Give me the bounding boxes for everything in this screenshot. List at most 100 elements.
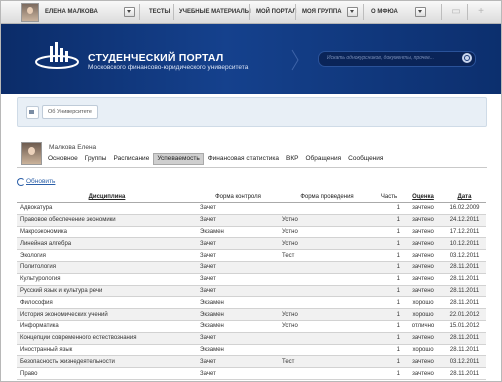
cell-delivery-form: Устно bbox=[279, 226, 375, 239]
cell-date: 28.11.2011 bbox=[443, 367, 486, 380]
cell-date: 28.11.2011 bbox=[443, 344, 486, 357]
cell-date: 28.11.2011 bbox=[443, 296, 486, 310]
table-row: Адвокатура Зачет 1 зачтено 16.02.2009 bbox=[17, 202, 486, 215]
cell-discipline: Информатика bbox=[17, 320, 197, 333]
divider bbox=[363, 4, 364, 20]
cell-discipline: Макроэкономика bbox=[17, 226, 197, 239]
cell-grade: зачтено bbox=[403, 214, 443, 227]
cell-part: 1 bbox=[375, 355, 403, 369]
search-icon[interactable] bbox=[462, 53, 472, 63]
my-group-dropdown[interactable] bbox=[347, 7, 358, 17]
search-placeholder: Искать однокурсников, документы, прочее.… bbox=[327, 55, 435, 61]
cell-part: 1 bbox=[375, 214, 403, 227]
divider bbox=[139, 4, 140, 20]
cell-discipline: Адвокатура bbox=[17, 202, 197, 215]
refresh-icon[interactable] bbox=[17, 178, 25, 186]
cell-part: 1 bbox=[375, 332, 403, 345]
cell-part: 1 bbox=[375, 249, 403, 262]
cell-control-form: Зачет bbox=[197, 273, 279, 286]
cell-discipline: Линейная алгебра bbox=[17, 237, 197, 251]
col-header-discipline[interactable]: Дисциплина bbox=[17, 192, 197, 203]
breadcrumb: Об Университете bbox=[17, 97, 487, 127]
cell-date: 28.11.2011 bbox=[443, 273, 486, 286]
table-row: Макроэкономика Экзамен Устно 1 зачтено 17.12.… bbox=[17, 226, 486, 239]
col-header-grade[interactable]: Оценка bbox=[403, 192, 443, 203]
messages-icon[interactable]: ▭ bbox=[450, 6, 462, 17]
cell-part: 1 bbox=[375, 237, 403, 251]
cell-discipline: Иностранный язык bbox=[17, 344, 197, 357]
cell-delivery-form: Тест bbox=[279, 249, 375, 262]
cell-grade: зачтено bbox=[403, 273, 443, 286]
cell-discipline: Концепции современного естествознания bbox=[17, 332, 197, 345]
tab-schedule[interactable]: Расписание bbox=[110, 154, 152, 164]
tab-main[interactable]: Основное bbox=[45, 154, 81, 164]
cell-grade: зачтено bbox=[403, 226, 443, 239]
cell-grade: зачтено bbox=[403, 332, 443, 345]
cell-discipline: Философия bbox=[17, 296, 197, 310]
nav-about[interactable]: О МФЮА bbox=[371, 1, 398, 23]
table-row: Иностранный язык Экзамен 1 хорошо 28.11.2011 bbox=[17, 344, 486, 357]
cell-delivery-form: Устно bbox=[279, 320, 375, 333]
cell-grade: зачтено bbox=[403, 237, 443, 251]
cell-discipline: История экономических учений bbox=[17, 308, 197, 321]
cell-part: 1 bbox=[375, 367, 403, 380]
top-bar: ЕЛЕНА МАЛКОВА ТЕСТЫ УЧЕБНЫЕ МАТЕРИАЛЫ МО… bbox=[1, 1, 501, 24]
cell-date: 17.12.2011 bbox=[443, 226, 486, 239]
university-logo-icon[interactable] bbox=[35, 40, 83, 74]
cell-grade: зачтено bbox=[403, 285, 443, 298]
table-row: Правовое обеспечение экономики Зачет Устно… bbox=[17, 214, 486, 227]
cell-part: 1 bbox=[375, 344, 403, 357]
cell-date: 28.11.2011 bbox=[443, 285, 486, 298]
tab-thesis[interactable]: ВКР bbox=[283, 154, 301, 164]
table-header-row: Дисциплина Форма контроля Форма проведен… bbox=[17, 192, 486, 203]
cell-date: 24.12.2011 bbox=[443, 214, 486, 227]
tab-requests[interactable]: Обращения bbox=[303, 154, 345, 164]
profile-name: Малкова Елена bbox=[49, 144, 97, 151]
table-row: Политология Зачет 1 зачтено 28.11.2011 bbox=[17, 261, 486, 274]
user-avatar[interactable] bbox=[21, 3, 39, 22]
cell-discipline: Право bbox=[17, 367, 197, 380]
cell-discipline: Политология bbox=[17, 261, 197, 274]
tab-grades[interactable]: Успеваемость bbox=[153, 153, 204, 165]
cell-date: 22.01.2012 bbox=[443, 308, 486, 321]
cell-date: 10.12.2011 bbox=[443, 237, 486, 251]
search-input[interactable]: Искать однокурсников, документы, прочее.… bbox=[318, 51, 476, 67]
cell-delivery-form bbox=[279, 202, 375, 215]
cell-delivery-form: Устно bbox=[279, 308, 375, 321]
nav-tests[interactable]: ТЕСТЫ bbox=[149, 1, 170, 23]
home-icon[interactable] bbox=[26, 106, 39, 119]
cell-discipline: Культурология bbox=[17, 273, 197, 286]
col-header-date[interactable]: Дата bbox=[443, 192, 486, 203]
table-row: Право Зачет 1 зачтено 28.11.2011 bbox=[17, 367, 486, 380]
cell-control-form: Экзамен bbox=[197, 296, 279, 310]
nav-study-materials[interactable]: УЧЕБНЫЕ МАТЕРИАЛЫ bbox=[179, 1, 251, 23]
divider bbox=[441, 4, 442, 20]
portal-title: СТУДЕНЧЕСКИЙ ПОРТАЛ bbox=[88, 52, 224, 64]
user-name[interactable]: ЕЛЕНА МАЛКОВА bbox=[45, 1, 98, 23]
cell-grade: отлично bbox=[403, 320, 443, 333]
about-dropdown[interactable] bbox=[415, 7, 426, 17]
cell-date: 28.11.2011 bbox=[443, 261, 486, 274]
plus-icon[interactable]: + bbox=[475, 6, 487, 17]
breadcrumb-item[interactable]: Об Университете bbox=[42, 105, 98, 119]
cell-grade: зачтено bbox=[403, 261, 443, 274]
cell-part: 1 bbox=[375, 320, 403, 333]
grades-table: Дисциплина Форма контроля Форма проведен… bbox=[17, 192, 486, 380]
avatar bbox=[21, 142, 42, 165]
nav-my-portal[interactable]: МОЙ ПОРТАЛ bbox=[256, 1, 296, 23]
cell-control-form: Зачет bbox=[197, 249, 279, 262]
portal-banner: СТУДЕНЧЕСКИЙ ПОРТАЛ Московского финансов… bbox=[1, 24, 501, 94]
tab-finance[interactable]: Финансовая статистика bbox=[205, 154, 282, 164]
user-menu-dropdown[interactable] bbox=[124, 7, 135, 17]
tab-messages[interactable]: Сообщения bbox=[345, 154, 386, 164]
cell-part: 1 bbox=[375, 285, 403, 298]
cell-control-form: Зачет bbox=[197, 332, 279, 345]
cell-control-form: Зачет bbox=[197, 355, 279, 369]
cell-grade: зачтено bbox=[403, 202, 443, 215]
cell-delivery-form: Тест bbox=[279, 355, 375, 369]
refresh-link[interactable]: Обновить bbox=[26, 178, 55, 185]
app-frame: ЕЛЕНА МАЛКОВА ТЕСТЫ УЧЕБНЫЕ МАТЕРИАЛЫ МО… bbox=[0, 0, 502, 382]
nav-my-group[interactable]: МОЯ ГРУППА bbox=[302, 1, 342, 23]
profile-tabs: Основное Группы Расписание Успеваемость Фина… bbox=[45, 153, 387, 165]
tab-groups[interactable]: Группы bbox=[82, 154, 110, 164]
